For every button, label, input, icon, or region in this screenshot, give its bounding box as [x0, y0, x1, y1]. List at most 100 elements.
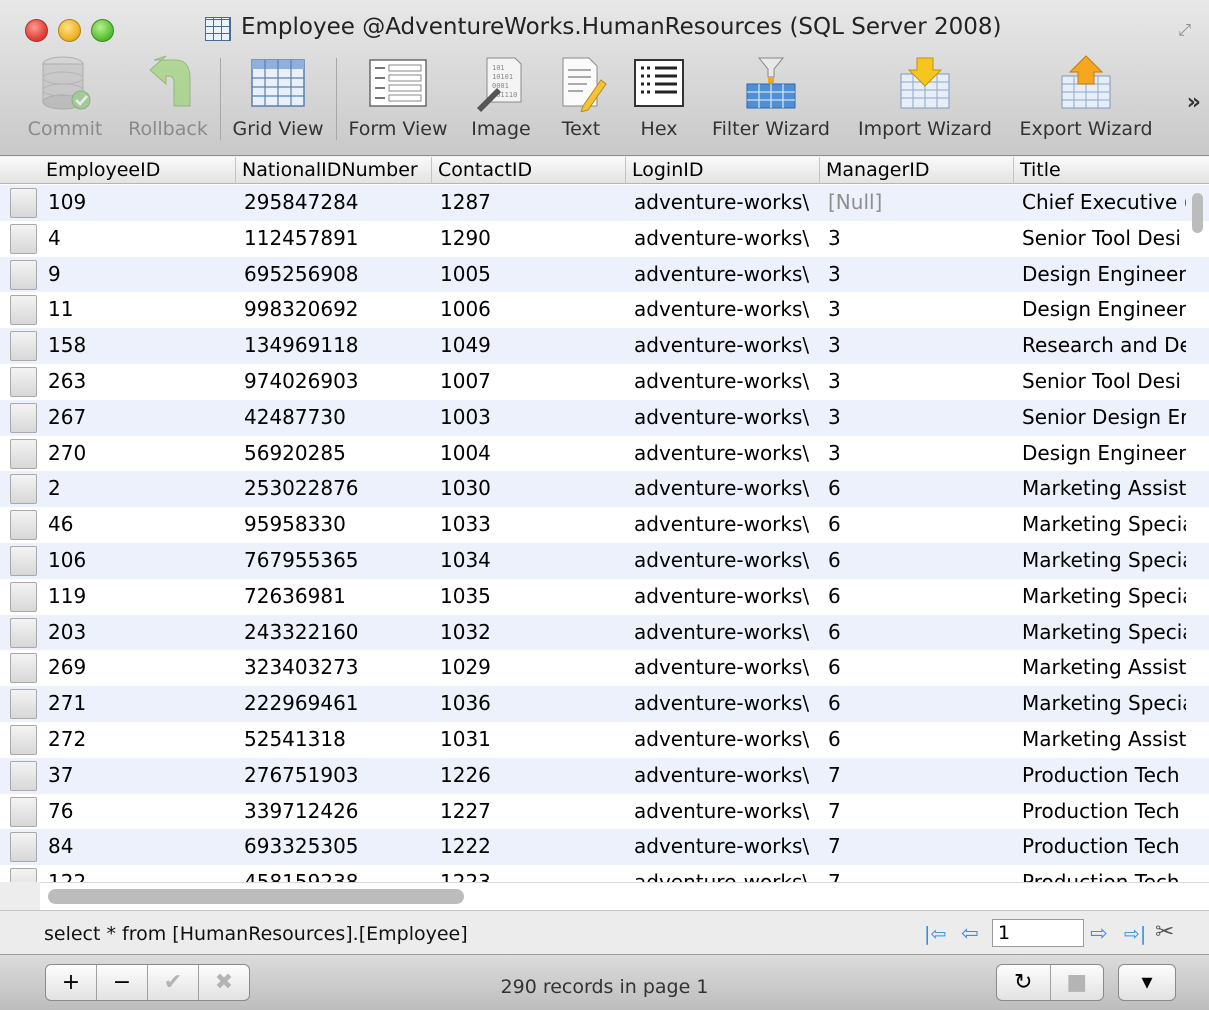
cell-employeeid[interactable]: 271	[40, 686, 236, 722]
cell-title[interactable]: Marketing Assist	[1014, 722, 1186, 758]
cell-nationalidnumber[interactable]: 52541318	[236, 722, 432, 758]
cell-title[interactable]: Senior Tool Desi	[1014, 364, 1186, 400]
cell-title[interactable]: Marketing Assist	[1014, 471, 1186, 507]
cell-managerid[interactable]: 6	[820, 686, 1014, 722]
refresh-button[interactable]: ↻	[997, 965, 1051, 1000]
cell-managerid[interactable]: 6	[820, 543, 1014, 579]
cell-managerid[interactable]: 3	[820, 436, 1014, 472]
cell-managerid[interactable]: 7	[820, 865, 1014, 882]
cell-loginid[interactable]: adventure-works\	[626, 292, 820, 328]
column-header-title[interactable]: Title	[1014, 157, 1209, 184]
cell-employeeid[interactable]: 267	[40, 400, 236, 436]
cell-title[interactable]: Marketing Specia	[1014, 507, 1186, 543]
cell-employeeid[interactable]: 272	[40, 722, 236, 758]
cell-title[interactable]: Design Engineer	[1014, 257, 1186, 293]
cell-contactid[interactable]: 1222	[432, 829, 626, 865]
stop-button[interactable]: ■	[1051, 965, 1104, 1000]
row-selector[interactable]	[10, 331, 37, 362]
cell-employeeid[interactable]: 46	[40, 507, 236, 543]
row-selector[interactable]	[10, 259, 37, 290]
cell-loginid[interactable]: adventure-works\	[626, 829, 820, 865]
first-page-icon[interactable]: |⇦	[924, 923, 946, 945]
row-selector[interactable]	[10, 474, 37, 505]
cell-loginid[interactable]: adventure-works\	[626, 758, 820, 794]
cell-employeeid[interactable]: 9	[40, 257, 236, 293]
cell-nationalidnumber[interactable]: 56920285	[236, 436, 432, 472]
options-menu-button[interactable]: ▾	[1119, 965, 1175, 1000]
table-row[interactable]: 46 95958330 1033 adventure-works\ 6 Marketing…	[0, 507, 1209, 543]
cell-managerid[interactable]: [Null]	[820, 185, 1014, 221]
cell-employeeid[interactable]: 84	[40, 829, 236, 865]
cell-title[interactable]: Marketing Specia	[1014, 543, 1186, 579]
table-row[interactable]: 267 42487730 1003 adventure-works\ 3 Senior D…	[0, 399, 1209, 436]
cell-nationalidnumber[interactable]: 222969461	[236, 686, 432, 722]
cell-loginid[interactable]: adventure-works\	[626, 185, 820, 221]
table-row[interactable]: 106 767955365 1034 adventure-works\ 6 Marketi…	[0, 542, 1209, 579]
table-row[interactable]: 269 323403273 1029 adventure-works\ 6 Marketi…	[0, 650, 1209, 686]
close-window-button[interactable]	[25, 19, 48, 42]
cell-managerid[interactable]: 3	[820, 257, 1014, 293]
row-selector[interactable]	[10, 689, 37, 720]
cell-employeeid[interactable]: 76	[40, 794, 236, 830]
grid-view-button[interactable]: Grid View	[226, 50, 330, 146]
cell-nationalidnumber[interactable]: 295847284	[236, 185, 432, 221]
cell-title[interactable]: Marketing Specia	[1014, 686, 1186, 722]
cell-managerid[interactable]: 7	[820, 758, 1014, 794]
cell-loginid[interactable]: adventure-works\	[626, 507, 820, 543]
table-row[interactable]: 4 112457891 1290 adventure-works\ 3 Senior To…	[0, 221, 1209, 257]
zoom-window-button[interactable]	[91, 19, 114, 42]
form-view-button[interactable]: Form View	[342, 50, 454, 146]
cell-nationalidnumber[interactable]: 253022876	[236, 471, 432, 507]
vertical-scrollbar-thumb[interactable]	[1192, 193, 1203, 233]
image-button[interactable]: 101 10101 0001 101110 Image	[464, 50, 538, 146]
cell-managerid[interactable]: 6	[820, 579, 1014, 615]
row-selector[interactable]	[10, 868, 37, 882]
row-selector[interactable]	[10, 545, 37, 576]
cell-managerid[interactable]: 6	[820, 471, 1014, 507]
table-row[interactable]: 37 276751903 1226 adventure-works\ 7 Producti…	[0, 757, 1209, 794]
cell-nationalidnumber[interactable]: 458159238	[236, 865, 432, 882]
cell-contactid[interactable]: 1036	[432, 686, 626, 722]
row-selector[interactable]	[10, 295, 37, 326]
cell-contactid[interactable]: 1031	[432, 722, 626, 758]
cell-employeeid[interactable]: 203	[40, 615, 236, 651]
cell-managerid[interactable]: 6	[820, 615, 1014, 651]
cell-employeeid[interactable]: 270	[40, 436, 236, 472]
cell-employeeid[interactable]: 158	[40, 328, 236, 364]
cell-contactid[interactable]: 1004	[432, 436, 626, 472]
cell-title[interactable]: Production Tech	[1014, 794, 1186, 830]
export-wizard-button[interactable]: Export Wizard	[1010, 50, 1162, 146]
column-header-managerid[interactable]: ManagerID	[820, 157, 1014, 184]
cell-managerid[interactable]: 6	[820, 722, 1014, 758]
cell-title[interactable]: Senior Tool Desi	[1014, 221, 1186, 257]
row-selector[interactable]	[10, 402, 37, 433]
table-row[interactable]: 272 52541318 1031 adventure-works\ 6 Marketin…	[0, 722, 1209, 758]
cell-employeeid[interactable]: 37	[40, 758, 236, 794]
cell-contactid[interactable]: 1033	[432, 507, 626, 543]
cell-title[interactable]: Production Tech	[1014, 758, 1186, 794]
table-row[interactable]: 76 339712426 1227 adventure-works\ 7 Producti…	[0, 794, 1209, 830]
table-row[interactable]: 119 72636981 1035 adventure-works\ 6 Marketin…	[0, 579, 1209, 615]
cell-contactid[interactable]: 1006	[432, 292, 626, 328]
cell-nationalidnumber[interactable]: 695256908	[236, 257, 432, 293]
column-header-loginid[interactable]: LoginID	[626, 157, 820, 184]
table-row[interactable]: 271 222969461 1036 adventure-works\ 6 Marketi…	[0, 686, 1209, 722]
import-wizard-button[interactable]: Import Wizard	[850, 50, 1000, 146]
cell-loginid[interactable]: adventure-works\	[626, 615, 820, 651]
row-selector[interactable]	[10, 188, 37, 218]
cell-loginid[interactable]: adventure-works\	[626, 543, 820, 579]
rollback-button[interactable]: Rollback	[122, 50, 214, 146]
cell-title[interactable]: Production Tech	[1014, 829, 1186, 865]
cell-nationalidnumber[interactable]: 974026903	[236, 364, 432, 400]
cell-loginid[interactable]: adventure-works\	[626, 686, 820, 722]
cell-managerid[interactable]: 6	[820, 650, 1014, 686]
cell-contactid[interactable]: 1223	[432, 865, 626, 882]
row-selector[interactable]	[10, 438, 37, 469]
cell-title[interactable]: Marketing Specia	[1014, 615, 1186, 651]
pager-settings-icon[interactable]: ✂	[1155, 919, 1174, 945]
cell-nationalidnumber[interactable]: 693325305	[236, 829, 432, 865]
table-row[interactable]: 11 998320692 1006 adventure-works\ 3 Design E…	[0, 292, 1209, 328]
cell-managerid[interactable]: 6	[820, 507, 1014, 543]
row-selector[interactable]	[10, 581, 37, 612]
row-selector[interactable]	[10, 617, 37, 648]
